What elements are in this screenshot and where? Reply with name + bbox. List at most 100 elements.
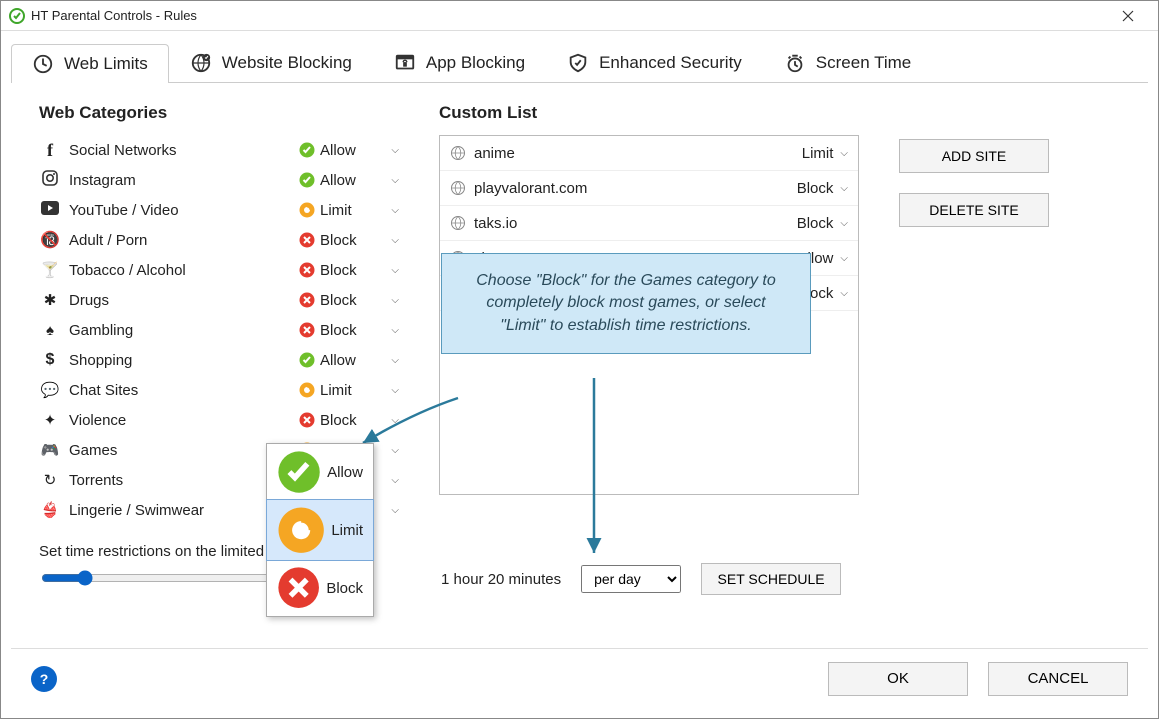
category-action-select[interactable]: Block⌵	[299, 322, 399, 339]
category-action-select[interactable]: Limit ⌵	[299, 382, 399, 399]
chevron-down-icon: ⌵	[840, 218, 848, 229]
set-schedule-button[interactable]: SET SCHEDULE	[701, 563, 841, 595]
allow-status-icon	[299, 352, 315, 368]
footer: ? OK CANCEL	[11, 648, 1148, 708]
category-row: ♠GamblingBlock⌵	[39, 315, 399, 345]
action-label: Block	[320, 262, 357, 279]
category-row: 💬 Chat Sites Limit ⌵	[39, 375, 399, 405]
limit-status-icon	[277, 506, 325, 554]
chevron-down-icon: ⌵	[391, 205, 399, 216]
allow-status-icon	[299, 172, 315, 188]
chevron-down-icon: ⌵	[391, 415, 399, 426]
games-icon: 🎮	[39, 441, 61, 459]
tab-enhanced-security[interactable]: Enhanced Security	[546, 43, 763, 82]
chevron-down-icon: ⌵	[391, 295, 399, 306]
category-action-select[interactable]: Allow⌵	[299, 172, 399, 189]
block-status-icon	[299, 292, 315, 308]
allow-status-icon	[299, 142, 315, 158]
instagram-icon	[39, 170, 61, 190]
chat-icon: 💬	[39, 381, 61, 399]
shopping-icon: $	[39, 351, 61, 369]
action-label: Block	[320, 322, 357, 339]
category-row: fSocial NetworksAllow⌵	[39, 135, 399, 165]
site-action-select[interactable]: Limit⌵	[797, 145, 848, 162]
panel-web-limits: Web Categories fSocial NetworksAllow⌵Ins…	[11, 83, 1148, 643]
list-item[interactable]: playvalorant.comBlock⌵	[440, 171, 858, 206]
tab-screen-time[interactable]: Screen Time	[763, 43, 932, 82]
dropdown-item-allow[interactable]: Allow	[267, 444, 373, 500]
category-action-select[interactable]: Allow⌵	[299, 352, 399, 369]
action-label: Limit	[320, 202, 352, 219]
dropdown-item-label: Block	[326, 580, 363, 597]
block-status-icon	[277, 566, 320, 609]
site-name: anime	[474, 145, 797, 162]
site-name: taks.io	[474, 215, 792, 232]
list-item[interactable]: taks.ioBlock⌵	[440, 206, 858, 241]
ok-button[interactable]: OK	[828, 662, 968, 696]
lingerie-icon: 👙	[39, 501, 61, 519]
action-label: Block	[320, 292, 357, 309]
youtube-icon	[39, 201, 61, 219]
category-action-select[interactable]: Block⌵	[299, 412, 399, 429]
category-name: Torrents	[69, 472, 299, 489]
tab-website-blocking[interactable]: Website Blocking	[169, 43, 373, 82]
category-row: ✦ViolenceBlock⌵	[39, 405, 399, 435]
category-name: Lingerie / Swimwear	[69, 502, 299, 519]
chevron-down-icon: ⌵	[840, 288, 848, 299]
action-label: Block	[320, 232, 357, 249]
allow-status-icon	[277, 450, 321, 494]
action-label: Limit	[320, 382, 352, 399]
close-button[interactable]	[1106, 2, 1150, 30]
category-row: 🔞Adult / PornBlock⌵	[39, 225, 399, 255]
chevron-down-icon: ⌵	[840, 253, 848, 264]
tab-label: Screen Time	[816, 53, 911, 73]
tab-bar: Web Limits Website Blocking App Blocking En…	[11, 43, 1148, 83]
dropdown-item-limit[interactable]: Limit	[266, 499, 374, 561]
tab-label: App Blocking	[426, 53, 525, 73]
period-select[interactable]: per dayper week	[581, 565, 681, 593]
category-name: Chat Sites	[69, 382, 299, 399]
category-name: YouTube / Video	[69, 202, 299, 219]
help-button[interactable]: ?	[31, 666, 57, 692]
category-action-select[interactable]: Block ⌵	[299, 232, 399, 249]
tab-web-limits[interactable]: Web Limits	[11, 44, 169, 83]
action-label: Allow	[320, 172, 356, 189]
chevron-down-icon: ⌵	[840, 183, 848, 194]
callout-tooltip: Choose "Block" for the Games category to…	[441, 253, 811, 354]
list-item[interactable]: animeLimit⌵	[440, 136, 858, 171]
block-status-icon	[299, 232, 315, 248]
category-action-select[interactable]: Block ⌵	[299, 262, 399, 279]
category-action-select[interactable]: Allow⌵	[299, 142, 399, 159]
category-action-select[interactable]: Limit ⌵	[299, 202, 399, 219]
chevron-down-icon: ⌵	[391, 505, 399, 516]
chevron-down-icon: ⌵	[391, 355, 399, 366]
site-action-select[interactable]: Block⌵	[792, 215, 848, 232]
cancel-button[interactable]: CANCEL	[988, 662, 1128, 696]
window-title: HT Parental Controls - Rules	[31, 8, 197, 23]
limit-status-icon	[299, 202, 315, 218]
dropdown-item-label: Limit	[331, 522, 363, 539]
block-status-icon	[299, 262, 315, 278]
gambling-icon: ♠	[39, 322, 61, 339]
chevron-down-icon: ⌵	[391, 445, 399, 456]
chevron-down-icon: ⌵	[391, 385, 399, 396]
heading-categories: Web Categories	[39, 103, 399, 123]
action-dropdown[interactable]: Allow Limit Block	[266, 443, 374, 617]
category-row: YouTube / Video Limit ⌵	[39, 195, 399, 225]
chevron-down-icon: ⌵	[391, 145, 399, 156]
facebook-icon: f	[39, 140, 61, 161]
delete-site-button[interactable]: DELETE SITE	[899, 193, 1049, 227]
site-name: playvalorant.com	[474, 180, 792, 197]
tab-label: Website Blocking	[222, 53, 352, 73]
titlebar: HT Parental Controls - Rules	[1, 1, 1158, 31]
site-action-select[interactable]: Block⌵	[792, 180, 848, 197]
dropdown-item-block[interactable]: Block	[267, 560, 373, 615]
category-action-select[interactable]: Block ⌵	[299, 292, 399, 309]
time-value: 1 hour 20 minutes	[441, 571, 561, 588]
chevron-down-icon: ⌵	[391, 265, 399, 276]
category-row: $ShoppingAllow⌵	[39, 345, 399, 375]
tab-app-blocking[interactable]: App Blocking	[373, 43, 546, 82]
chevron-down-icon: ⌵	[391, 235, 399, 246]
globe-icon	[450, 145, 466, 161]
add-site-button[interactable]: ADD SITE	[899, 139, 1049, 173]
